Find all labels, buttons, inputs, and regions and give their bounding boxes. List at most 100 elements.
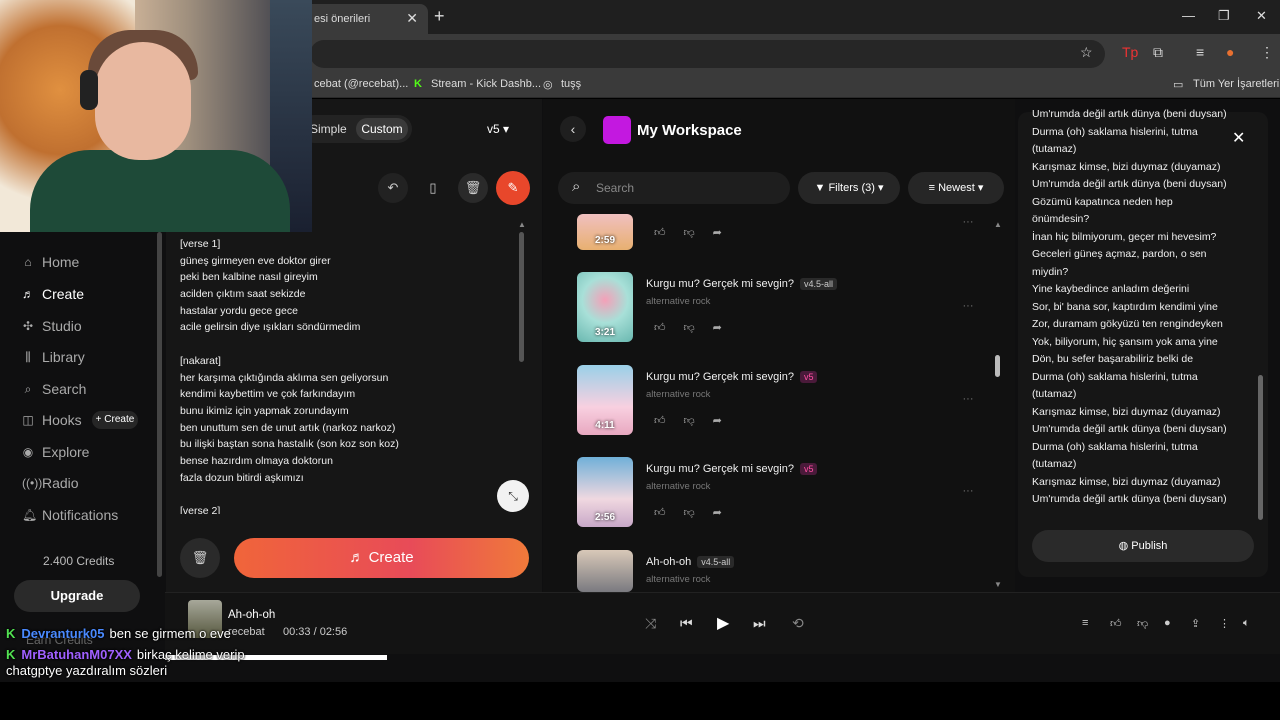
thumbs-up-icon[interactable]: 👍︎ (654, 415, 684, 427)
browser-tab[interactable]: esi önerileri ✕ (300, 4, 428, 34)
filters-button[interactable]: ▼ Filters (3) ▾ (798, 172, 900, 204)
song-row[interactable]: 4:11 Kurgu mu? Gerçek mi sevgin? v5 alterna… (560, 365, 1000, 445)
upgrade-button[interactable]: Upgrade (14, 580, 140, 612)
sidebar-item-radio[interactable]: ((•)) Radio (22, 475, 79, 491)
undo-button[interactable]: ↶ (378, 173, 408, 203)
sidebar-item-library[interactable]: ⫼ Library (22, 349, 85, 365)
song-row[interactable]: 3:21 Kurgu mu? Gerçek mi sevgin? v4.5-all a… (560, 272, 1000, 352)
scroll-up-icon[interactable]: ▲ (994, 220, 1002, 229)
magic-wand-button[interactable]: ✎ (496, 171, 530, 205)
close-icon[interactable]: ✕ (406, 10, 418, 27)
sidebar-item-hooks[interactable]: ◫ Hooks (22, 412, 81, 428)
publish-button[interactable]: ◍ Publish (1032, 530, 1254, 562)
share-icon[interactable]: ⇪ (1191, 617, 1200, 630)
thumbs-down-icon[interactable]: 👎︎ (684, 507, 713, 519)
lyrics-editor[interactable]: [verse 1] güneş girmeyen eve doktor girer… (180, 236, 505, 514)
bookmark-all[interactable]: Tüm Yer İşaretleri (1193, 78, 1279, 90)
chat-username: Devranturk05 (21, 626, 105, 641)
sidebar-item-notifications[interactable]: 🔔︎ Notifications (22, 507, 118, 523)
bookmark-button[interactable]: ▯ (418, 173, 448, 203)
expand-button[interactable]: ⤡ (497, 480, 529, 512)
thumbs-down-icon[interactable]: 👎︎ (1137, 617, 1148, 630)
song-row[interactable]: 2:56 Kurgu mu? Gerçek mi sevgin? v5 alterna… (560, 457, 1000, 537)
sidebar-item-explore[interactable]: ◉ Explore (22, 444, 90, 460)
thumbs-down-icon[interactable]: 👎︎ (684, 322, 713, 334)
scroll-down-icon[interactable]: ▼ (994, 580, 1002, 589)
lyrics-panel-scrollbar[interactable] (1258, 375, 1263, 520)
thumbs-up-icon[interactable]: 👍︎ (1110, 617, 1122, 630)
delete-lyrics-button[interactable]: 🗑︎ (458, 173, 488, 203)
song-title[interactable]: Kurgu mu? Gerçek mi sevgin? v5 (646, 371, 818, 383)
workspace-search-input[interactable]: Search (558, 172, 790, 204)
profile-avatar[interactable]: ● (1226, 44, 1234, 60)
next-icon[interactable]: ⏭︎ (753, 615, 766, 632)
sidebar-item-search[interactable]: ⌕ Search (22, 381, 87, 397)
sidebar-item-studio[interactable]: ✣ Studio (22, 318, 82, 334)
more-options-icon[interactable]: ··· (958, 300, 978, 312)
create-button[interactable]: ♬ Create (234, 538, 529, 578)
scroll-up-icon[interactable]: ▲ (518, 220, 526, 229)
song-cover[interactable]: 3:21 (577, 272, 633, 342)
bookmark-item[interactable]: Stream - Kick Dashb... (431, 78, 541, 90)
play-icon[interactable]: ▶ (717, 613, 729, 633)
star-icon[interactable]: ☆ (1080, 44, 1093, 61)
bookmark-item[interactable]: cebat (@recebat)... (314, 78, 408, 90)
song-title[interactable]: Kurgu mu? Gerçek mi sevgin? v5 (646, 463, 818, 475)
volume-icon[interactable]: 🔈︎ (1243, 617, 1250, 630)
thumbs-up-icon[interactable]: 👍︎ (654, 322, 684, 334)
bell-icon: 🔔︎ (22, 508, 38, 522)
lyrics-panel-line: Dön, bu sefer başarabiliriz belki de (1032, 353, 1194, 365)
hooks-create-button[interactable]: + Create (92, 411, 138, 429)
repeat-icon[interactable]: ⟲ (792, 615, 804, 632)
back-button[interactable]: ‹ (560, 116, 586, 142)
thumbs-up-icon[interactable]: 👍︎ (654, 507, 684, 519)
share-icon[interactable]: ➦ (713, 227, 740, 239)
mode-custom-tab[interactable]: Custom (356, 118, 408, 140)
share-icon[interactable]: ➦ (713, 322, 740, 334)
extension-tp-icon[interactable]: Tp (1122, 44, 1138, 60)
more-options-icon[interactable]: ⋮ (1219, 617, 1230, 630)
more-options-icon[interactable]: ··· (958, 485, 978, 497)
song-cover[interactable]: 4:11 (577, 365, 633, 435)
media-icon[interactable]: ≡ (1196, 44, 1204, 60)
comment-icon[interactable]: ● (1164, 617, 1171, 629)
new-tab-button[interactable]: + (434, 6, 445, 27)
queue-icon[interactable]: ≡ (1082, 617, 1088, 629)
version-select[interactable]: v5 ▾ (487, 122, 509, 136)
song-cover[interactable] (577, 550, 633, 592)
shuffle-icon[interactable]: ⤨ (645, 615, 656, 632)
version-badge: v4.5-all (799, 278, 837, 290)
song-title[interactable]: Kurgu mu? Gerçek mi sevgin? v4.5-all (646, 278, 837, 290)
more-options-icon[interactable]: ··· (958, 216, 978, 228)
clear-button[interactable]: 🗑︎ (180, 538, 220, 578)
lyrics-panel-line: Zor, duramam gökyüzü ten rengindeyken (1032, 318, 1223, 330)
sort-button[interactable]: ≡ Newest ▾ (908, 172, 1004, 204)
minimize-icon[interactable]: — (1182, 8, 1195, 23)
restore-icon[interactable]: ❐ (1218, 8, 1230, 24)
puzzle-icon[interactable]: ⧉ (1153, 44, 1163, 61)
bookmark-item[interactable]: tuşş (561, 78, 581, 90)
player-artist[interactable]: recebat (228, 626, 265, 638)
share-icon[interactable]: ➦ (713, 415, 740, 427)
omnibox[interactable] (310, 40, 1105, 68)
thumbs-down-icon[interactable]: 👎︎ (684, 415, 713, 427)
sidebar-item-home[interactable]: ⌂ Home (22, 254, 79, 270)
player-title[interactable]: Ah-oh-oh (228, 609, 275, 621)
thumbs-up-icon[interactable]: 👍︎ (654, 227, 684, 239)
player-time: 00:33 / 02:56 (283, 626, 348, 638)
sidebar-scrollbar[interactable] (157, 232, 162, 577)
mode-simple-tab[interactable]: Simple (310, 122, 347, 136)
window-close-icon[interactable]: ✕ (1256, 8, 1267, 24)
close-icon[interactable]: ✕ (1232, 128, 1245, 148)
workspace-scrollbar[interactable] (995, 355, 1000, 377)
song-cover[interactable]: 2:56 (577, 457, 633, 527)
thumbs-down-icon[interactable]: 👎︎ (684, 227, 713, 239)
lyrics-scrollbar[interactable] (519, 232, 524, 362)
song-cover[interactable]: 2:59 (577, 214, 633, 250)
previous-icon[interactable]: ⏮︎ (680, 615, 693, 632)
song-title[interactable]: Ah-oh-oh v4.5-all (646, 556, 735, 568)
more-options-icon[interactable]: ··· (958, 393, 978, 405)
menu-dots-icon[interactable]: ⋮ (1260, 44, 1274, 61)
share-icon[interactable]: ➦ (713, 507, 740, 519)
sidebar-item-create[interactable]: ♬ Create (22, 286, 84, 302)
